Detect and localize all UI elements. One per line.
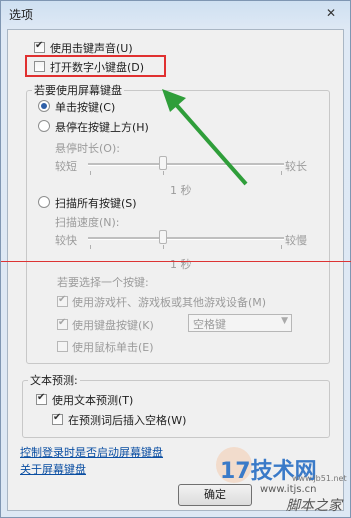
scan-min-label: 较快 xyxy=(55,234,77,247)
annotation-arrow-icon xyxy=(162,89,248,186)
watermark-url: www.itjs.cn xyxy=(260,484,317,495)
text-prediction-group-title: 文本预测: xyxy=(28,372,80,388)
chevron-down-icon: ▼ xyxy=(281,316,288,326)
scan-max-label: 较慢 xyxy=(285,234,307,247)
scan-value-label: 1 秒 xyxy=(170,258,192,271)
hover-tick xyxy=(281,171,282,175)
annotation-line xyxy=(1,261,351,262)
select-key-prompt: 若要选择一个按键: xyxy=(57,276,149,289)
hover-tick xyxy=(90,171,91,175)
insert-space-label: 在预测词后插入空格(W) xyxy=(68,414,187,427)
close-icon[interactable]: ✕ xyxy=(322,5,340,21)
about-link[interactable]: 关于屏幕键盘 xyxy=(20,461,86,477)
click-keys-radio[interactable] xyxy=(38,100,50,112)
watermark-site-url: www.jb51.net xyxy=(292,474,347,483)
screen-keyboard-group-title: 若要使用屏幕键盘 xyxy=(32,82,124,98)
key-sound-label: 使用击键声音(U) xyxy=(50,42,133,55)
watermark: 17技术网 www.itjs.cn www.jb51.net 脚本之家 xyxy=(216,447,350,517)
use-prediction-checkbox[interactable] xyxy=(36,392,47,405)
highlight-box xyxy=(25,55,166,77)
hover-duration-label: 悬停时长(O): xyxy=(55,142,120,155)
joystick-label: 使用游戏杆、游戏板或其他游戏设备(M) xyxy=(72,296,267,309)
hover-max-label: 较长 xyxy=(285,160,307,173)
text-prediction-group xyxy=(22,380,330,438)
scan-keys-radio[interactable] xyxy=(38,196,50,208)
watermark-site: 脚本之家 xyxy=(286,498,342,514)
hover-keys-label: 悬停在按键上方(H) xyxy=(55,121,149,134)
insert-space-checkbox[interactable] xyxy=(52,412,63,425)
scan-tick xyxy=(90,245,91,249)
click-keys-label: 单击按键(C) xyxy=(55,101,116,114)
hover-min-label: 较短 xyxy=(55,160,77,173)
hover-keys-radio[interactable] xyxy=(38,120,50,132)
use-prediction-label: 使用文本预测(T) xyxy=(52,394,134,407)
scan-speed-slider[interactable] xyxy=(88,237,284,240)
scan-tick xyxy=(281,245,282,249)
scan-speed-label: 扫描速度(N): xyxy=(55,216,120,229)
key-select-value: 空格键 xyxy=(193,318,226,331)
key-select-dropdown[interactable]: 空格键 ▼ xyxy=(188,314,292,332)
joystick-checkbox[interactable] xyxy=(57,294,68,307)
keyboard-key-checkbox[interactable] xyxy=(57,317,68,330)
mouse-click-checkbox[interactable] xyxy=(57,341,68,352)
key-sound-checkbox[interactable] xyxy=(34,40,45,53)
window-title: 选项 xyxy=(9,8,34,22)
options-dialog: 选项 ✕ 使用击键声音(U) 打开数字小键盘(D) 若要使用屏幕键盘 单击按键(… xyxy=(0,0,351,518)
mouse-click-label: 使用鼠标单击(E) xyxy=(72,341,154,354)
scan-speed-thumb[interactable] xyxy=(159,230,167,244)
scan-tick xyxy=(163,245,164,249)
login-control-link[interactable]: 控制登录时是否启动屏幕键盘 xyxy=(20,444,163,460)
keyboard-key-label: 使用键盘按键(K) xyxy=(72,319,154,332)
scan-keys-label: 扫描所有按键(S) xyxy=(55,197,137,210)
